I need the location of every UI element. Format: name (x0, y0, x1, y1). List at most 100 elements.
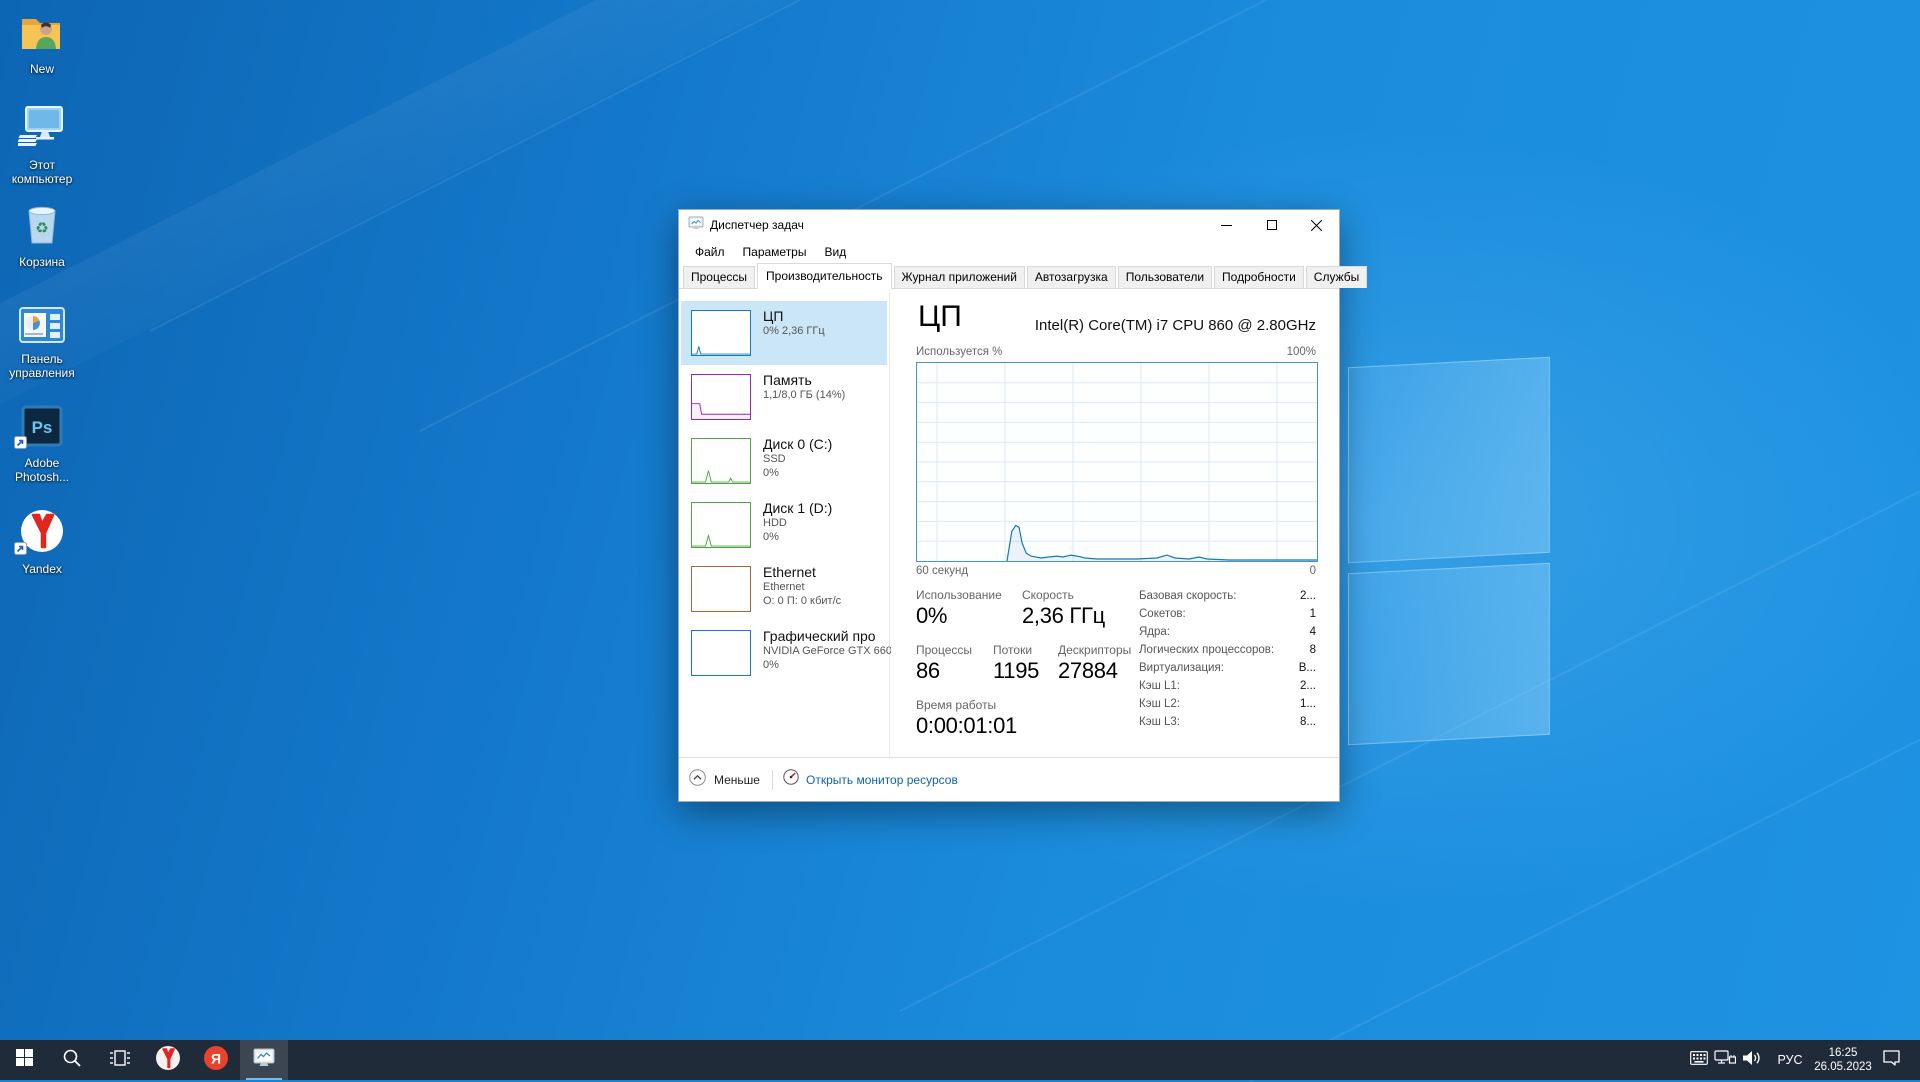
detail-value: 8 (1309, 644, 1316, 656)
open-resource-monitor-link[interactable]: Открыть монитор ресурсов (783, 769, 958, 790)
sidebar-item-memory[interactable]: Память 1,1/8,0 ГБ (14%) (681, 365, 887, 429)
stat-value-uptime: 0:00:01:01 (916, 713, 1017, 738)
language-label: РУС (1777, 1053, 1803, 1067)
tab-details[interactable]: Подробности (1214, 266, 1304, 288)
disk1-mini-graph (691, 502, 751, 548)
graph-xmax: 0 (1309, 565, 1316, 577)
tab-bar: Процессы Производительность Журнал прило… (679, 263, 1368, 289)
recycle-bin-icon: ♻ (23, 202, 61, 251)
svg-text:♻: ♻ (35, 220, 48, 237)
task-manager-icon (252, 1046, 276, 1075)
stat-label: Время работы (916, 698, 997, 712)
desktop-icon-label: Этот компьютер (11, 158, 73, 186)
sidebar-item-line: 0% 2,36 ГГц (763, 325, 825, 337)
sidebar-item-gpu[interactable]: Графический про NVIDIA GeForce GTX 660 0… (681, 621, 891, 685)
tab-app-history[interactable]: Журнал приложений (893, 266, 1025, 288)
task-view-icon (110, 1049, 130, 1072)
sidebar-item-cpu[interactable]: ЦП 0% 2,36 ГГц (681, 301, 887, 365)
sidebar-item-disk1[interactable]: Диск 1 (D:) HDD 0% (681, 493, 887, 557)
window-footer: Меньше Открыть монитор ресурсов (679, 757, 1339, 801)
detail-label: Логических процессоров: (1139, 644, 1275, 656)
menu-file[interactable]: Файл (686, 242, 734, 262)
sidebar-item-title: Диск 0 (C:) (763, 436, 833, 452)
network-tray-button[interactable] (1714, 1040, 1737, 1080)
desktop-icon-photoshop[interactable]: Ps Adobe Photosh... (0, 405, 84, 484)
stat-value-usage: 0% (916, 603, 948, 628)
sidebar-item-line: NVIDIA GeForce GTX 660 (763, 645, 891, 657)
menu-options[interactable]: Параметры (734, 242, 816, 262)
yandex-browser-icon (155, 1045, 181, 1076)
menu-view[interactable]: Вид (815, 242, 855, 262)
start-button[interactable] (0, 1040, 48, 1080)
stat-value-speed: 2,36 ГГц (1022, 603, 1105, 628)
graph-axis-top: Используется % 100% (916, 346, 1316, 358)
yandex-app-button[interactable]: Я (192, 1040, 240, 1080)
detail-value: 1 (1309, 608, 1316, 620)
tab-startup[interactable]: Автозагрузка (1026, 266, 1116, 288)
task-view-button[interactable] (96, 1040, 144, 1080)
detail-value: 4 (1309, 626, 1316, 638)
photoshop-icon: Ps (21, 405, 63, 452)
user-folder-icon (19, 13, 65, 58)
desktop-icon-recycle-bin[interactable]: ♻ Корзина (0, 205, 84, 269)
resource-monitor-icon (783, 769, 799, 790)
desktop-icon-control-panel[interactable]: Панель управления (0, 302, 84, 380)
clock[interactable]: 16:25 26.05.2023 (1812, 1040, 1874, 1080)
language-indicator[interactable]: РУС (1772, 1040, 1808, 1080)
fewer-details-label: Меньше (714, 772, 760, 787)
detail-value: 1... (1300, 698, 1316, 710)
ethernet-mini-graph (691, 566, 751, 612)
clock-date: 26.05.2023 (1814, 1061, 1872, 1073)
sidebar-item-line: HDD (763, 517, 787, 529)
stat-label: Скорость (1022, 588, 1074, 602)
volume-tray-button[interactable] (1742, 1040, 1762, 1080)
detail-label: Виртуализация: (1139, 662, 1224, 674)
desktop-icon-label: Adobe Photosh... (14, 456, 70, 484)
action-center-icon (1882, 1049, 1901, 1071)
sidebar-item-line: 0% (763, 530, 779, 543)
search-button[interactable] (48, 1040, 96, 1080)
desktop-icon-new-folder[interactable]: New (0, 12, 84, 76)
tab-processes[interactable]: Процессы (683, 266, 756, 288)
sidebar-item-title: Графический про (763, 628, 876, 644)
sidebar-item-ethernet[interactable]: Ethernet Ethernet О: 0 П: 0 кбит/с (681, 557, 887, 621)
fewer-details-button[interactable]: Меньше (689, 768, 760, 791)
yandex-browser-button[interactable] (144, 1040, 192, 1080)
graph-ylabel: Используется % (916, 346, 1003, 358)
close-button[interactable] (1294, 210, 1339, 240)
detail-value: 2... (1300, 590, 1316, 602)
sidebar-item-disk0[interactable]: Диск 0 (C:) SSD 0% (681, 429, 887, 493)
detail-label: Сокетов: (1139, 608, 1186, 620)
tab-services[interactable]: Службы (1305, 266, 1368, 288)
search-icon (62, 1048, 82, 1073)
maximize-button[interactable] (1249, 210, 1294, 240)
cpu-stats: Использование 0% Скорость 2,36 ГГц Проце… (916, 588, 1131, 748)
detail-value: 8... (1300, 716, 1316, 728)
window-title: Диспетчер задач (710, 218, 804, 232)
touch-keyboard-tray-button[interactable] (1690, 1040, 1708, 1080)
detail-label: Кэш L3: (1139, 716, 1180, 728)
minimize-button[interactable] (1204, 210, 1249, 240)
cpu-mini-graph (691, 310, 751, 356)
tab-performance[interactable]: Производительность (757, 263, 892, 289)
detail-label: Базовая скорость: (1139, 590, 1237, 602)
action-center-button[interactable] (1882, 1040, 1901, 1080)
computer-icon (16, 105, 66, 154)
disk0-mini-graph (691, 438, 751, 484)
stat-value-threads: 1195 (993, 658, 1040, 683)
sidebar-item-line: SSD (763, 453, 786, 465)
resource-monitor-label: Открыть монитор ресурсов (805, 772, 958, 787)
graph-axis-bottom: 60 секунд 0 (916, 565, 1316, 577)
touch-keyboard-icon (1690, 1050, 1708, 1070)
desktop-icon-yandex[interactable]: Yandex (0, 510, 84, 576)
sidebar-item-line: О: 0 П: 0 кбит/с (763, 594, 842, 607)
desktop-icon-this-pc[interactable]: Этот компьютер (0, 105, 84, 186)
stat-value-handles: 27884 (1058, 658, 1118, 683)
tab-users[interactable]: Пользователи (1117, 266, 1213, 288)
shortcut-arrow-icon (14, 436, 27, 454)
wallpaper-window-pane (1348, 356, 1550, 564)
desktop-icon-label: New (29, 62, 54, 76)
sidebar-item-title: ЦП (763, 308, 784, 324)
sidebar-item-line: 0% (763, 658, 779, 671)
task-manager-button[interactable] (240, 1040, 288, 1080)
